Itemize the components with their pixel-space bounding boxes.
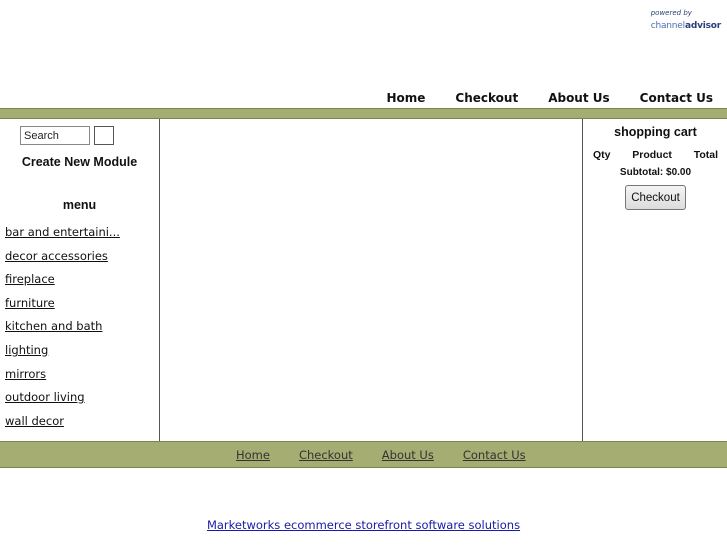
list-item: lighting — [5, 342, 120, 366]
list-item: kitchen and bath — [5, 318, 120, 342]
top-nav-home[interactable]: Home — [386, 91, 425, 105]
top-nav-checkout[interactable]: Checkout — [455, 91, 518, 105]
main-content — [160, 119, 582, 441]
search-button[interactable] — [94, 126, 114, 145]
menu-item-decor-accessories[interactable]: decor accessories — [5, 249, 108, 263]
bottom-nav-contact-us[interactable]: Contact Us — [463, 448, 526, 462]
cart-title: shopping cart — [614, 125, 697, 139]
top-nav-about-us[interactable]: About Us — [548, 91, 609, 105]
search-input[interactable] — [20, 126, 90, 145]
cart-subtotal: Subtotal: $0.00 — [619, 167, 692, 178]
list-item: furniture — [5, 295, 120, 319]
bottom-nav-about-us[interactable]: About Us — [382, 448, 434, 462]
list-item: wall decor — [5, 413, 120, 437]
top-divider-bar — [0, 108, 727, 119]
list-item: outdoor living — [5, 389, 120, 413]
category-menu: bar and entertaini... decor accessories … — [5, 224, 120, 436]
search-form — [20, 126, 114, 145]
channeladvisor-logo[interactable]: powered by channeladvisor — [651, 9, 721, 31]
menu-item-wall-decor[interactable]: wall decor — [5, 414, 64, 428]
cart-col-product: Product — [632, 149, 672, 161]
marketworks-footer-link[interactable]: Marketworks ecommerce storefront softwar… — [207, 518, 520, 532]
menu-item-bar-and-entertainment[interactable]: bar and entertaini... — [5, 225, 120, 239]
list-item: fireplace — [5, 271, 120, 295]
checkout-button[interactable]: Checkout — [625, 185, 686, 210]
bottom-nav: Home Checkout About Us Contact Us — [236, 448, 555, 462]
menu-item-lighting[interactable]: lighting — [5, 343, 48, 357]
bottom-nav-home[interactable]: Home — [236, 448, 270, 462]
menu-item-kitchen-and-bath[interactable]: kitchen and bath — [5, 319, 102, 333]
list-item: decor accessories — [5, 248, 120, 272]
top-nav-contact-us[interactable]: Contact Us — [640, 91, 713, 105]
list-item: mirrors — [5, 366, 120, 390]
menu-item-mirrors[interactable]: mirrors — [5, 367, 46, 381]
cart-col-total: Total — [693, 149, 718, 161]
menu-item-fireplace[interactable]: fireplace — [5, 272, 55, 286]
powered-by-label: powered by — [650, 9, 692, 17]
bottom-nav-checkout[interactable]: Checkout — [299, 448, 353, 462]
list-item: bar and entertaini... — [5, 224, 120, 248]
shopping-cart-panel: shopping cart Qty Product Total Subtotal… — [582, 119, 727, 441]
menu-title: menu — [62, 198, 97, 212]
bottom-nav-bar: Home Checkout About Us Contact Us — [0, 441, 727, 468]
create-new-module[interactable]: Create New Module — [0, 155, 159, 169]
menu-item-furniture[interactable]: furniture — [5, 296, 55, 310]
footer: Marketworks ecommerce storefront softwar… — [0, 514, 727, 533]
cart-table-header: Qty Product Total — [593, 149, 718, 161]
menu-item-outdoor-living[interactable]: outdoor living — [5, 390, 85, 404]
left-sidebar: Create New Module menu bar and entertain… — [0, 119, 160, 441]
cart-col-qty: Qty — [593, 149, 611, 161]
brand-name: channeladvisor — [650, 21, 721, 31]
top-nav: Home Checkout About Us Contact Us — [356, 91, 713, 105]
